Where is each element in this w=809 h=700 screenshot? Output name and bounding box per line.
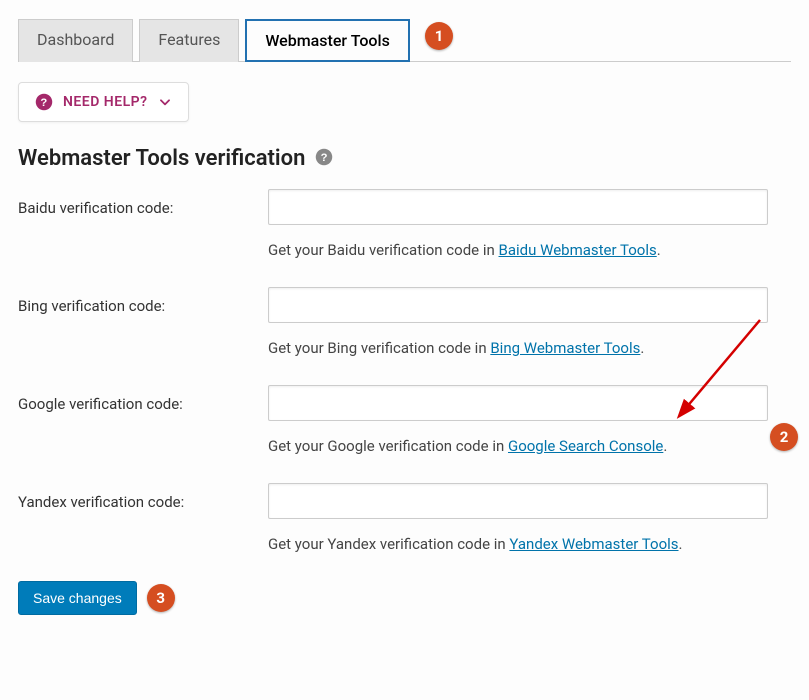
yandex-input[interactable] (268, 483, 768, 519)
settings-tabs: Dashboard Features Webmaster Tools (18, 18, 791, 62)
baidu-link[interactable]: Baidu Webmaster Tools (499, 241, 657, 259)
google-helper: Get your Google verification code in Goo… (268, 427, 791, 455)
bing-input[interactable] (268, 287, 768, 323)
field-row-yandex: Yandex verification code: (18, 483, 791, 519)
chevron-down-icon (158, 95, 172, 109)
svg-text:?: ? (40, 97, 47, 109)
page-title: Webmaster Tools verification (18, 146, 305, 171)
annotation-callout-1: 1 (425, 22, 453, 50)
field-row-bing: Bing verification code: (18, 287, 791, 323)
tab-dashboard[interactable]: Dashboard (18, 19, 133, 62)
svg-text:?: ? (321, 151, 328, 163)
annotation-callout-2: 2 (770, 423, 798, 451)
need-help-label: NEED HELP? (63, 94, 148, 110)
field-row-google: Google verification code: (18, 385, 791, 421)
bing-helper: Get your Bing verification code in Bing … (268, 329, 791, 357)
help-icon[interactable]: ? (315, 148, 333, 170)
need-help-button[interactable]: ? NEED HELP? (18, 82, 189, 122)
yandex-link[interactable]: Yandex Webmaster Tools (509, 535, 678, 553)
google-link[interactable]: Google Search Console (508, 437, 663, 455)
annotation-callout-3: 3 (147, 584, 175, 612)
bing-label: Bing verification code: (18, 287, 268, 315)
baidu-input[interactable] (268, 189, 768, 225)
bing-link[interactable]: Bing Webmaster Tools (490, 339, 640, 357)
field-row-baidu: Baidu verification code: (18, 189, 791, 225)
yandex-helper: Get your Yandex verification code in Yan… (268, 525, 791, 553)
section-heading: Webmaster Tools verification ? (18, 146, 791, 171)
yandex-label: Yandex verification code: (18, 483, 268, 511)
save-changes-button[interactable]: Save changes (18, 581, 137, 615)
tab-webmaster-tools[interactable]: Webmaster Tools (245, 19, 410, 62)
baidu-helper: Get your Baidu verification code in Baid… (268, 231, 791, 259)
question-icon: ? (35, 93, 53, 111)
google-label: Google verification code: (18, 385, 268, 413)
tab-features[interactable]: Features (139, 19, 239, 62)
baidu-label: Baidu verification code: (18, 189, 268, 217)
google-input[interactable] (268, 385, 768, 421)
